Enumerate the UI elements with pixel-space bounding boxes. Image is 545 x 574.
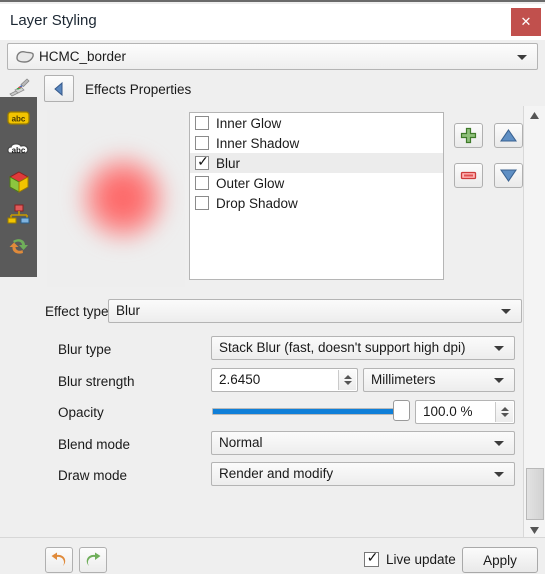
undo-button[interactable] — [45, 547, 73, 573]
stepper-down-icon — [343, 381, 352, 385]
close-icon[interactable]: ✕ — [511, 8, 541, 36]
back-button[interactable] — [44, 75, 74, 102]
diagrams-icon — [7, 204, 29, 223]
sidebar-item-labels[interactable]: abc — [4, 103, 33, 132]
red-minus-icon — [460, 171, 477, 180]
sidebar-item-diagrams[interactable] — [4, 199, 33, 228]
opacity-slider-fill — [213, 409, 395, 414]
list-item[interactable]: Outer Glow — [190, 173, 443, 193]
vertical-scrollbar[interactable] — [523, 106, 545, 539]
chevron-down-icon — [494, 346, 504, 351]
effect-type-combo[interactable]: Blur — [108, 299, 522, 323]
list-item[interactable]: Inner Glow — [190, 113, 443, 133]
sidebar-rail: abc abc — [0, 97, 37, 277]
layer-styling-panel: Layer Styling ✕ HCMC_border abc abc Effe… — [0, 0, 545, 574]
effect-label: Outer Glow — [216, 175, 285, 191]
stepper-down-icon — [500, 413, 509, 417]
blue-up-triangle-icon — [500, 129, 517, 142]
effect-checkbox[interactable] — [195, 153, 210, 170]
effects-list[interactable]: Inner Glow Inner Shadow Blur Outer Glow … — [189, 112, 444, 280]
polygon-layer-icon — [15, 49, 35, 65]
redo-arrow-icon — [86, 552, 101, 566]
draw-mode-combo[interactable]: Render and modify — [211, 462, 515, 486]
layer-name-label: HCMC_border — [39, 49, 127, 64]
effect-label: Inner Shadow — [216, 135, 300, 151]
effect-label: Drop Shadow — [216, 195, 298, 211]
blur-type-combo[interactable]: Stack Blur (fast, doesn't support high d… — [211, 336, 515, 360]
add-effect-button[interactable] — [454, 123, 483, 148]
title-bar: Layer Styling ✕ — [0, 4, 545, 40]
scrollbar-thumb[interactable] — [526, 468, 544, 520]
blur-strength-input[interactable]: 2.6450 — [211, 368, 358, 392]
effect-label: Blur — [216, 155, 241, 171]
blue-down-triangle-icon — [500, 169, 517, 182]
chevron-down-icon — [517, 54, 527, 60]
blend-mode-combo[interactable]: Normal — [211, 431, 515, 455]
blur-strength-value: 2.6450 — [219, 372, 261, 387]
list-item[interactable]: Drop Shadow — [190, 193, 443, 213]
apply-button[interactable]: Apply — [462, 547, 538, 573]
labels-abc-icon: abc — [6, 110, 30, 125]
chevron-down-icon — [501, 309, 511, 314]
svg-text:abc: abc — [11, 146, 25, 155]
blur-strength-unit-value: Millimeters — [371, 372, 436, 387]
opacity-stepper[interactable] — [495, 402, 513, 422]
blur-preview-blob — [77, 152, 169, 244]
opacity-slider[interactable] — [212, 408, 404, 415]
blend-mode-label: Blend mode — [58, 437, 131, 452]
draw-mode-value: Render and modify — [219, 466, 334, 481]
effect-checkbox[interactable] — [195, 176, 209, 190]
opacity-input[interactable]: 100.0 % — [415, 400, 515, 424]
back-arrow-icon — [54, 81, 63, 96]
draw-mode-label: Draw mode — [58, 468, 128, 483]
svg-text:abc: abc — [11, 114, 25, 123]
undo-redo-history-icon — [9, 238, 28, 254]
blur-strength-unit-combo[interactable]: Millimeters — [363, 368, 515, 392]
effect-preview — [47, 110, 185, 287]
effect-checkbox[interactable] — [195, 136, 209, 150]
blur-type-value: Stack Blur (fast, doesn't support high d… — [219, 340, 466, 355]
undo-arrow-icon — [51, 552, 66, 566]
sidebar-item-3d-view[interactable] — [4, 167, 33, 196]
list-item[interactable]: Blur — [190, 153, 443, 173]
effect-checkbox[interactable] — [195, 116, 209, 130]
sidebar-item-history[interactable] — [4, 231, 33, 260]
chevron-down-icon — [494, 378, 504, 383]
list-item[interactable]: Inner Shadow — [190, 133, 443, 153]
remove-effect-button[interactable] — [454, 163, 483, 188]
layer-selector-combo[interactable]: HCMC_border — [7, 43, 538, 70]
scroll-up-icon[interactable] — [524, 106, 545, 124]
page-title: Layer Styling — [10, 12, 97, 29]
effect-label: Inner Glow — [216, 115, 282, 131]
blend-mode-value: Normal — [219, 435, 263, 450]
effect-checkbox[interactable] — [195, 196, 209, 210]
blur-type-label: Blur type — [58, 342, 112, 357]
stepper-up-icon — [343, 375, 352, 379]
sidebar-item-masks[interactable]: abc — [4, 135, 33, 164]
chevron-down-icon — [494, 441, 504, 446]
opacity-value: 100.0 % — [423, 404, 473, 419]
masks-abc-icon: abc — [6, 142, 28, 155]
live-update-checkbox[interactable] — [364, 549, 380, 567]
redo-button[interactable] — [79, 547, 107, 573]
move-effect-up-button[interactable] — [494, 123, 523, 148]
blur-strength-label: Blur strength — [58, 374, 135, 389]
effect-type-label: Effect type — [45, 304, 109, 319]
blur-strength-stepper[interactable] — [338, 370, 356, 390]
tab-settings: Effects Properties — [85, 82, 192, 97]
green-plus-icon — [460, 127, 477, 144]
move-effect-down-button[interactable] — [494, 163, 523, 188]
live-update-label: Live update — [386, 552, 456, 567]
effect-type-value: Blur — [116, 303, 141, 318]
chevron-down-icon — [494, 472, 504, 477]
3d-view-cube-icon — [8, 170, 29, 193]
opacity-slider-handle[interactable] — [393, 400, 410, 421]
stepper-up-icon — [500, 407, 509, 411]
opacity-label: Opacity — [58, 405, 104, 420]
